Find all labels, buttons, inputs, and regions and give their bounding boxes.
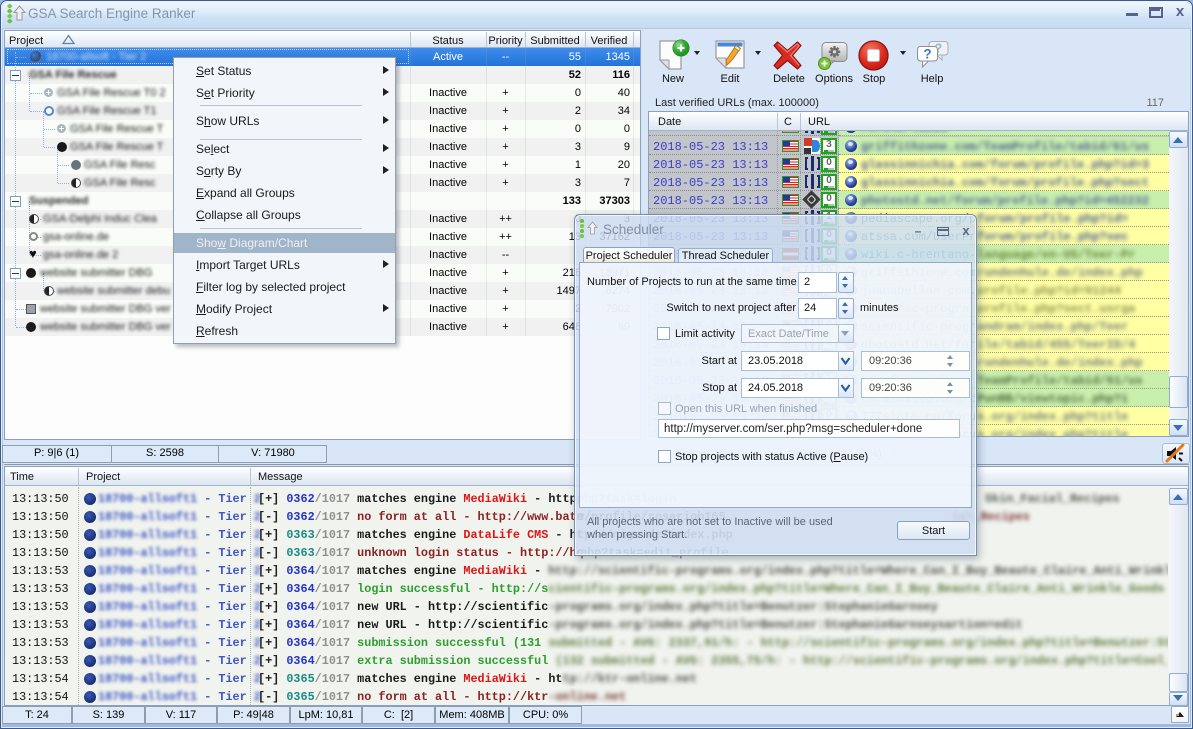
svg-text:?: ? <box>923 47 931 62</box>
